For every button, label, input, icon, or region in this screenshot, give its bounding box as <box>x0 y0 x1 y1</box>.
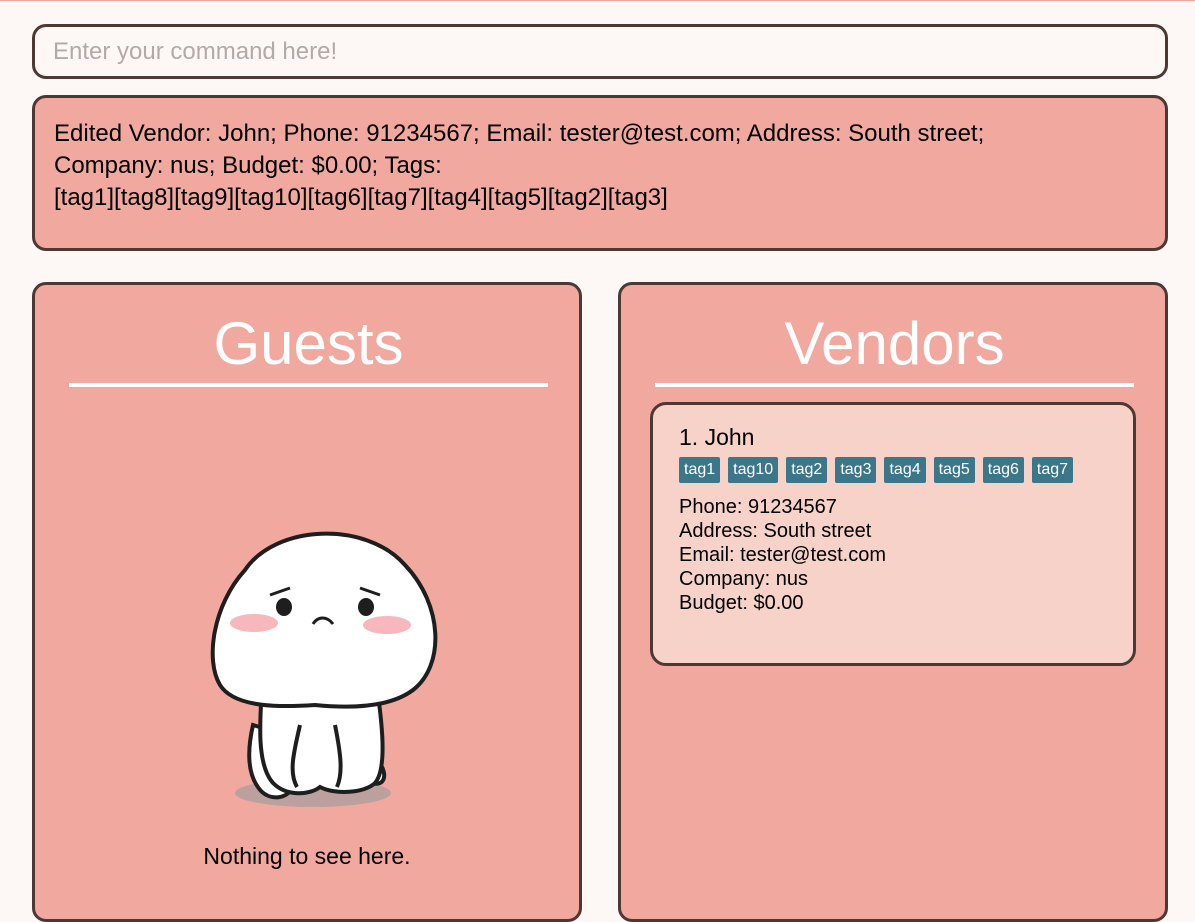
guests-title: Guests <box>69 305 548 387</box>
tag-badge: tag10 <box>728 457 779 483</box>
command-input[interactable] <box>35 27 1165 76</box>
vendor-address: Address: South street <box>679 520 872 542</box>
result-display: Edited Vendor: John; Phone: 91234567; Em… <box>32 95 1168 251</box>
vendor-name: 1. John <box>679 424 755 450</box>
vendors-panel: Vendors 1. John tag1 tag10 tag2 tag3 tag… <box>618 282 1168 922</box>
vendor-email: Email: tester@test.com <box>679 544 887 566</box>
guests-panel: Guests Nothing to see here. <box>32 282 582 922</box>
empty-state-text: Nothing to see here. <box>203 843 411 869</box>
vendor-tags: tag1 tag10 tag2 tag3 tag4 tag5 tag6 tag7 <box>679 457 1107 483</box>
vendor-card[interactable]: 1. John tag1 tag10 tag2 tag3 tag4 tag5 t… <box>650 402 1136 666</box>
tag-badge: tag2 <box>786 457 828 483</box>
command-box[interactable] <box>32 24 1168 79</box>
vendor-budget: Budget: $0.00 <box>679 592 804 614</box>
sad-blob-icon <box>210 531 438 807</box>
tag-badge: tag4 <box>884 457 926 483</box>
result-line: Edited Vendor: John; Phone: 91234567; Em… <box>54 120 985 147</box>
tag-badge: tag3 <box>835 457 877 483</box>
tag-badge: tag1 <box>679 457 721 483</box>
vendors-title: Vendors <box>655 305 1134 387</box>
vendor-phone: Phone: 91234567 <box>679 496 837 518</box>
vendor-company: Company: nus <box>679 568 808 590</box>
tag-badge: tag7 <box>1031 457 1074 483</box>
result-line: Company: nus; Budget: $0.00; Tags: <box>54 152 442 179</box>
tag-badge: tag5 <box>933 457 975 483</box>
tag-badge: tag6 <box>982 457 1024 483</box>
result-line: [tag1][tag8][tag9][tag10][tag6][tag7][ta… <box>54 184 668 211</box>
